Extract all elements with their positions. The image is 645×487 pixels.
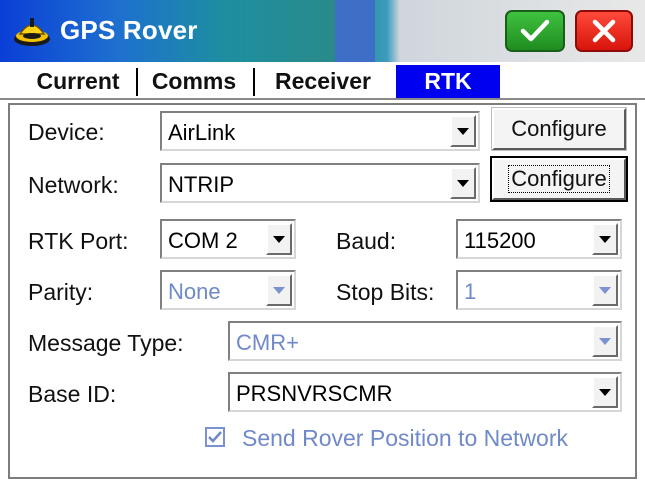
checkmark-icon [520,19,550,42]
parity-label: Parity: [28,279,94,305]
parity-dropdown: None [160,270,296,310]
network-configure-button[interactable]: Configure [490,156,628,202]
device-label: Device: [28,119,105,145]
tab-bar: Current Comms Receiver RTK [0,62,645,100]
tab-current[interactable]: Current [26,65,130,98]
checkmark-icon [208,431,222,443]
device-configure-button[interactable]: Configure [491,107,627,151]
stop-bits-dropdown: 1 [456,270,622,310]
chevron-down-icon [266,274,292,306]
device-dropdown[interactable]: AirLink [160,111,480,151]
send-position-checkbox [205,427,225,447]
rtk-port-dropdown[interactable]: COM 2 [160,219,296,259]
chevron-down-icon[interactable] [592,223,618,255]
tab-separator [253,68,255,96]
tab-comms[interactable]: Comms [144,65,244,98]
chevron-down-icon[interactable] [450,115,476,147]
baud-label: Baud: [336,228,397,254]
message-type-label: Message Type: [28,330,184,356]
base-id-dropdown[interactable]: PRSNVRSCMR [228,372,622,412]
rtk-port-value: COM 2 [168,228,238,253]
chevron-down-icon[interactable] [450,167,476,199]
network-label: Network: [28,172,119,198]
chevron-down-icon [592,274,618,306]
title-bar-accent [335,0,375,62]
device-configure-label: Configure [511,116,607,141]
network-value: NTRIP [168,172,234,197]
send-position-label: Send Rover Position to Network [242,425,568,451]
base-id-value: PRSNVRSCMR [236,381,393,406]
message-type-value: CMR+ [236,330,299,355]
title-bar: GPS Rover [0,0,645,62]
rtk-port-label: RTK Port: [28,228,129,254]
message-type-dropdown: CMR+ [228,321,622,361]
base-id-label: Base ID: [28,381,117,407]
gps-rover-logo-icon [14,18,50,46]
ok-button[interactable] [505,10,565,52]
tab-separator [136,68,138,96]
network-configure-label: Configure [508,165,610,193]
chevron-down-icon [592,325,618,357]
stop-bits-value: 1 [464,279,477,304]
device-value: AirLink [168,120,236,145]
baud-value: 115200 [464,228,536,253]
chevron-down-icon[interactable] [266,223,292,255]
close-button[interactable] [575,10,633,52]
network-dropdown[interactable]: NTRIP [160,163,480,203]
baud-dropdown[interactable]: 115200 [456,219,622,259]
window-title: GPS Rover [60,15,198,45]
chevron-down-icon[interactable] [592,376,618,408]
close-icon [592,19,616,43]
tab-receiver[interactable]: Receiver [262,65,384,98]
stop-bits-label: Stop Bits: [336,279,435,305]
tab-rtk[interactable]: RTK [396,65,500,98]
parity-value: None [168,279,221,304]
